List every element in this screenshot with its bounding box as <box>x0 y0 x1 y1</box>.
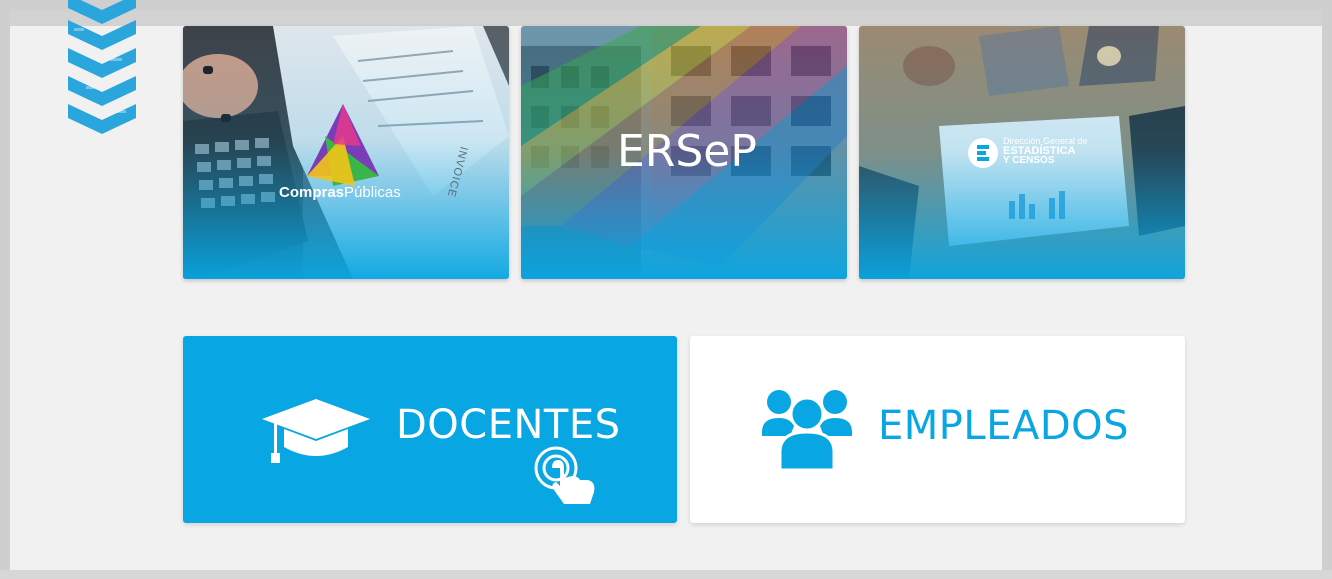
compras-brand-light: Públicas <box>344 184 401 201</box>
estadistica-line3: Y CENSOS <box>1003 155 1055 166</box>
bottom-edge <box>0 570 1332 579</box>
card-ersep[interactable]: ERSeP <box>521 26 847 279</box>
chevron-stack-icon <box>68 0 136 134</box>
graduation-cap-icon <box>262 399 370 463</box>
compras-brand-bold: Compras <box>279 184 345 201</box>
left-edge <box>0 0 10 579</box>
card-estadistica-censos[interactable]: Dirección General de ESTADÍSTICA Y CENSO… <box>859 26 1185 279</box>
empleados-label: EMPLEADOS <box>878 403 1130 449</box>
touch-hand-icon <box>534 446 595 504</box>
docentes-label: DOCENTES <box>396 402 621 448</box>
compras-brand: ComprasPúblicas <box>279 184 401 201</box>
card-compras-publicas[interactable]: ComprasPúblicas INVOICE <box>183 26 509 279</box>
empleados-button[interactable]: EMPLEADOS <box>690 336 1185 523</box>
docentes-button[interactable]: DOCENTES <box>183 336 677 523</box>
estadistica-brand: Dirección General de ESTADÍSTICA Y CENSO… <box>1003 136 1088 166</box>
ersep-brand: ERSeP <box>617 126 757 177</box>
user-group-icon <box>762 390 852 470</box>
